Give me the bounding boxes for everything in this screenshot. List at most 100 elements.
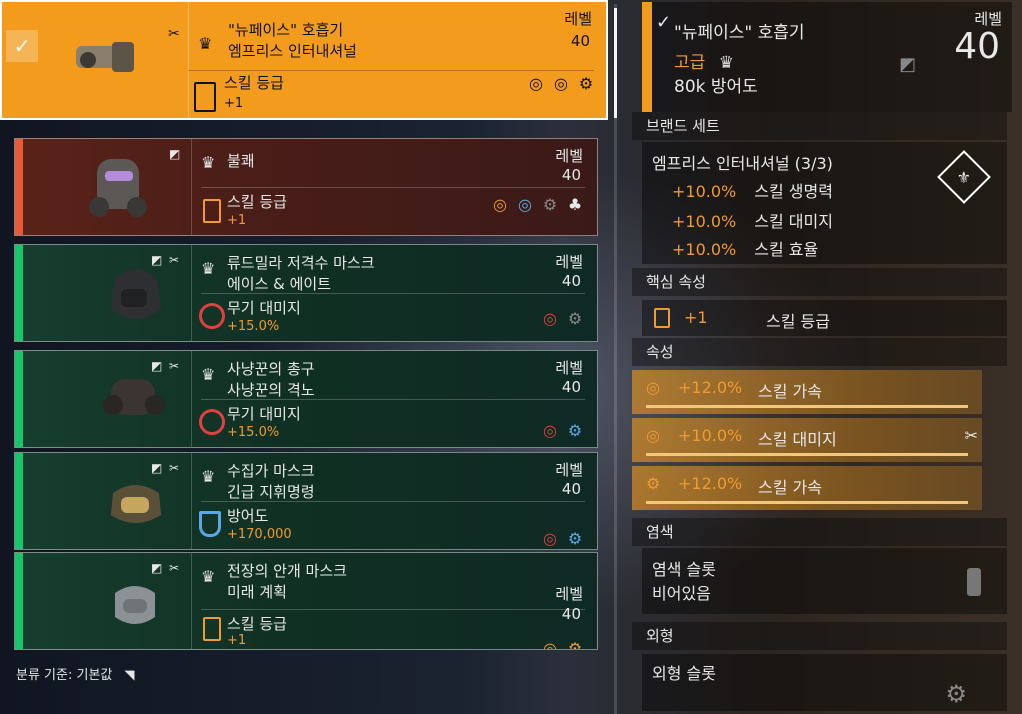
level-value: 40 [561, 605, 581, 623]
level-value: 40 [561, 378, 581, 396]
brand-logo-icon: ♛ [201, 365, 216, 384]
gear-mod-icon: ⚙ [567, 638, 583, 650]
rarity-stripe [15, 351, 23, 447]
attr-name: 무기 대미지 [227, 299, 301, 317]
rarity-stripe [15, 139, 23, 235]
brand-bonus-row: +10.0% 스킬 생명력 [672, 182, 833, 201]
skill-mod-icon: ◎ [646, 426, 660, 445]
item-badge-icon: ◩ [898, 54, 916, 75]
sort-selector[interactable]: 분류 기준: 기본값 ◥ [16, 664, 135, 683]
mod-slots: ◎ ⚙ [540, 419, 585, 441]
core-attr-row: +1 스킬 등급 [642, 300, 1007, 336]
attr-name: 무기 대미지 [227, 405, 301, 423]
gear-mod-icon: ⚙ [567, 420, 583, 440]
attribute-row: ◎ +10.0% 스킬 대미지 ✂ [632, 418, 982, 462]
level-value: 40 [954, 26, 1000, 67]
level-value: 40 [561, 272, 581, 290]
gear-mod-icon: ⚙ [567, 528, 583, 548]
gear-item-newface-respirator[interactable]: ✓ ✂ ♛ "뉴페이스" 호흡기 엠프리스 인터내셔널 레벨 40 스킬 등급 +… [0, 0, 608, 120]
gear-mod-icon: ⚙ [567, 308, 583, 328]
attr-value: +1 [227, 633, 247, 648]
armor-value: 80k 방어도 [674, 77, 758, 97]
attr-value: +170,000 [227, 527, 292, 542]
attributes-header: 속성 [632, 338, 1007, 366]
dye-slot-state: 비어있음 [652, 584, 711, 603]
item-name: 불쾌 [227, 152, 255, 170]
repair-tools-icon: ✂ [168, 26, 180, 42]
brand-emblem-icon: ⚜ [937, 150, 991, 204]
mod-slots: ◎ ◎ ⚙ [526, 72, 596, 94]
dropdown-arrow-icon: ◥ [124, 668, 135, 683]
talent-icon: ♣ [567, 194, 583, 214]
brand-bonus-row: +10.0% 스킬 효율 [672, 240, 819, 259]
core-attr-value: +1 [684, 308, 708, 327]
attr-name: 스킬 대미지 [758, 430, 837, 449]
dye-slot[interactable]: 염색 슬롯 비어있음 [642, 548, 1007, 614]
mod-slots: ◎ ◎ ⚙ ♣ [490, 193, 585, 215]
mod-slots: ◎ ⚙ [540, 637, 585, 650]
gear-item-hunters-muzzle[interactable]: ◩ ✂ ♛ 사냥꾼의 총구 사냥꾼의 격노 레벨 40 무기 대미지 +15.0%… [14, 350, 598, 448]
appearance-slot-label: 외형 슬롯 [652, 664, 716, 683]
selected-check-icon: ✓ [6, 30, 38, 62]
gear-icon: ⚙ [945, 680, 967, 708]
mask-icon [103, 379, 165, 415]
skill-mod-icon: ◎ [543, 638, 557, 650]
mask-icon [111, 485, 161, 523]
gear-item-displeasure[interactable]: ◩ ♛ 불쾌 레벨 40 스킬 등급 +1 ◎ ◎ ⚙ ♣ [14, 138, 598, 236]
item-badge-icon: ◩ [151, 461, 163, 475]
brand-bonus-row: +10.0% 스킬 대미지 [672, 212, 833, 231]
skill-tier-icon [654, 308, 670, 328]
brand-set-header: 브랜드 세트 [632, 112, 1007, 140]
mod-slots: ◎ ⚙ [540, 527, 585, 549]
rarity-stripe [642, 2, 652, 112]
gear-item-collector-mask[interactable]: ◩ ✂ ♛ 수집가 마스크 긴급 지휘명령 레벨 40 방어도 +170,000 … [14, 452, 598, 550]
brand-logo-icon: ♛ [198, 34, 213, 53]
level-label: 레벨 [555, 253, 583, 271]
attribute-row: ◎ +12.0% 스킬 가속 [632, 370, 982, 414]
brand-logo-icon: ♛ [201, 567, 216, 586]
gear-item-ludmila-sniper-mask[interactable]: ◩ ✂ ♛ 류드밀라 저격수 마스크 에이스 & 에이트 레벨 40 무기 대미지… [14, 244, 598, 342]
list-scrollbar[interactable] [614, 4, 617, 714]
offense-mod-icon: ◎ [543, 308, 557, 328]
attr-value: +1 [224, 96, 244, 111]
scroll-thumb[interactable] [614, 8, 617, 118]
offense-mod-icon: ◎ [543, 528, 557, 548]
core-attr-name: 스킬 등급 [766, 312, 830, 331]
item-name: "뉴페이스" 호흡기 엠프리스 인터내셔널 [228, 21, 357, 60]
attr-roll-bar [646, 405, 968, 408]
attr-name: 스킬 등급 [227, 193, 287, 211]
divider [201, 501, 585, 502]
brand-set-box: 엠프리스 인터내셔널 (3/3) ⚜ +10.0% 스킬 생명력 +10.0% 스킬… [642, 142, 1007, 264]
attr-roll-bar [646, 453, 968, 456]
item-badge-icon: ◩ [151, 359, 163, 373]
skill-tier-icon [203, 617, 221, 641]
dye-slot-label: 염색 슬롯 [652, 560, 716, 579]
brand-logo-icon: ♛ [201, 467, 216, 486]
attr-name: 스킬 가속 [758, 478, 822, 497]
item-name: 전장의 안개 마스크 미래 계획 [227, 562, 347, 601]
armor-icon [199, 511, 221, 537]
recalibrate-icon[interactable]: ✂ [965, 426, 978, 445]
core-attr-header: 핵심 속성 [632, 268, 1007, 296]
separator [191, 553, 192, 649]
separator [191, 453, 192, 549]
repair-tools-icon: ✂ [169, 253, 180, 267]
mask-icon [89, 159, 147, 217]
detail-title: "뉴페이스" 호흡기 [674, 23, 805, 43]
attr-value: +12.0% [678, 474, 743, 493]
item-name: 류드밀라 저격수 마스크 에이스 & 에이트 [227, 254, 375, 293]
attr-value: +10.0% [678, 426, 743, 445]
item-name: 사냥꾼의 총구 사냥꾼의 격노 [227, 360, 315, 399]
weapon-damage-icon [199, 409, 225, 435]
level-label: 레벨 [555, 585, 583, 603]
mask-icon [115, 586, 155, 624]
rarity-stripe [15, 453, 23, 549]
brand-logo-icon: ♛ [201, 153, 216, 172]
weapon-damage-icon [199, 303, 225, 329]
appearance-slot[interactable]: 외형 슬롯 ⚙ [642, 654, 1007, 711]
attr-value: +15.0% [227, 319, 280, 334]
level-label: 레벨 [564, 10, 592, 28]
gear-item-fog-of-war-mask[interactable]: ◩ ✂ ♛ 전장의 안개 마스크 미래 계획 레벨 40 스킬 등급 +1 ◎ ⚙ [14, 552, 598, 650]
gear-mod-icon: ⚙ [646, 474, 661, 493]
brand-logo-icon: ♛ [718, 53, 734, 73]
